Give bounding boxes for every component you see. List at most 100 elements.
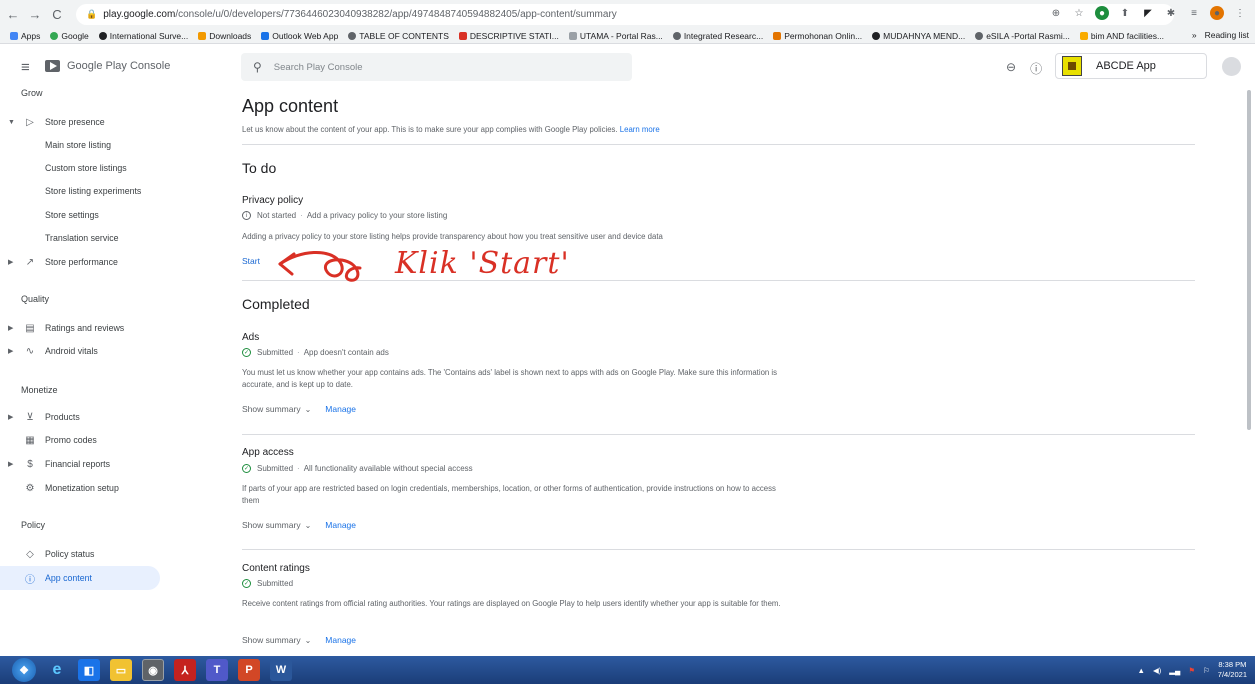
tray-arrow-icon[interactable]: ▲ (1138, 666, 1145, 675)
chevron-down-icon[interactable]: ⌄ (305, 405, 312, 414)
sidebar-item-store-presence[interactable]: ▼ ▷ Store presence (0, 110, 160, 134)
app-access-status: ✓ Submitted · All functionality available … (242, 464, 473, 473)
star-icon[interactable]: ☆ (1072, 6, 1086, 20)
chevron-down-icon[interactable]: ⌄ (305, 521, 312, 530)
check-circle-icon: ✓ (242, 348, 251, 357)
bookmark[interactable]: UTAMA - Portal Ras... (568, 30, 663, 41)
play-logo-icon (45, 60, 60, 72)
sidebar-item-monetization-setup[interactable]: ⚙ Monetization setup (0, 476, 160, 500)
reload-icon[interactable]: C (48, 5, 66, 23)
link-icon[interactable]: ⊖ (1006, 60, 1016, 77)
sidebar-item-app-content[interactable]: ⓘ App content (0, 566, 160, 590)
bookmark[interactable]: TABLE OF CONTENTS (348, 31, 449, 41)
bookmark[interactable]: eSILA -Portal Rasmi... (975, 31, 1070, 41)
sidebar-item-android-vitals[interactable]: ▶ ∿ Android vitals (0, 339, 160, 363)
menu-icon[interactable]: ≡ (21, 59, 30, 76)
bookmarks-overflow[interactable]: » (1192, 30, 1197, 40)
bookmark[interactable]: bim AND facilities... (1079, 31, 1164, 41)
search-placeholder: Search Play Console (273, 61, 363, 73)
flag-icon[interactable]: ⚐ (1203, 666, 1210, 675)
flag-icon[interactable]: ⚑ (1188, 666, 1195, 675)
manage-link[interactable]: Manage (325, 635, 356, 645)
sidebar-item-promo-codes[interactable]: ▦ Promo codes (0, 428, 160, 452)
menu-icon[interactable]: ⋮ (1233, 6, 1247, 20)
caret-right-icon: ▶ (8, 348, 14, 355)
word-icon[interactable]: W (270, 659, 292, 681)
acrobat-icon[interactable]: ⅄ (174, 659, 196, 681)
windows-start-icon[interactable]: ❖ (12, 658, 36, 682)
powerpoint-icon[interactable]: P (238, 659, 260, 681)
learn-more-link[interactable]: Learn more (620, 125, 660, 134)
play-console-logo[interactable]: Google Play Console (45, 58, 170, 74)
sidebar-item-policy-status[interactable]: ◇ Policy status (0, 542, 160, 566)
bookmark[interactable]: Outlook Web App (261, 31, 338, 41)
trend-icon: ↗ (25, 256, 35, 268)
app-selector[interactable]: ABCDE App (1055, 53, 1207, 79)
section-monetize: Monetize (21, 385, 58, 395)
show-summary-button[interactable]: Show summary (242, 404, 301, 414)
scrollbar[interactable] (1247, 90, 1251, 430)
bookmark-apps[interactable]: Apps (10, 31, 40, 41)
bookmark[interactable]: Google (50, 31, 89, 41)
start-button[interactable]: Start (242, 256, 260, 266)
sidebar-item-main-store-listing[interactable]: Main store listing (0, 133, 160, 157)
bookmark-label: UTAMA - Portal Ras... (579, 30, 663, 41)
sidebar-item-label: Store presence (45, 117, 105, 127)
outlook-icon[interactable]: ◧ (78, 659, 100, 681)
sidebar-item-store-settings[interactable]: Store settings (0, 203, 160, 227)
show-summary-button[interactable]: Show summary (242, 520, 301, 530)
bookmark[interactable]: Downloads (198, 31, 251, 41)
chevron-down-icon[interactable]: ⌄ (305, 636, 312, 645)
clock[interactable]: 8:38 PM 7/4/2021 (1218, 660, 1247, 680)
manage-link[interactable]: Manage (325, 520, 356, 530)
profile-icon[interactable]: ● (1210, 6, 1224, 20)
back-icon[interactable]: ← (4, 5, 22, 23)
forward-icon[interactable]: → (26, 5, 44, 23)
check-circle-icon: ✓ (242, 579, 251, 588)
status-text: Submitted (257, 348, 294, 357)
bookmark[interactable]: Integrated Researc... (672, 30, 764, 41)
network-icon[interactable]: ▂▄ (1169, 666, 1180, 675)
sidebar-item-store-listing-experiments[interactable]: Store listing experiments (0, 179, 160, 203)
content-ratings-title: Content ratings (242, 563, 310, 574)
bookmark[interactable]: Permohonan Onlin... (773, 31, 862, 41)
address-bar[interactable]: 🔒 play.google.com/console/u/0/developers… (76, 4, 1174, 25)
show-summary-button[interactable]: Show summary (242, 635, 301, 645)
folder-icon[interactable]: ▭ (110, 659, 132, 681)
download-icon (198, 31, 207, 40)
help-icon[interactable]: ⓘ (1030, 60, 1042, 77)
sidebar-item-custom-store-listings[interactable]: Custom store listings (0, 156, 160, 180)
reading-mode-icon[interactable]: ≡ (1187, 6, 1201, 20)
sidebar-item-label: App content (45, 573, 92, 583)
sidebar-item-financial-reports[interactable]: ▶ $ Financial reports (0, 452, 160, 476)
teams-icon[interactable]: T (206, 659, 228, 681)
sidebar-item-label: Store performance (45, 257, 118, 267)
status-text: Not started (257, 211, 297, 220)
extension-icon[interactable]: ⬆ (1118, 6, 1132, 20)
reading-list[interactable]: Reading list (1205, 30, 1249, 40)
sidebar-item-translation-service[interactable]: Translation service (0, 226, 160, 250)
section-grow: Grow (21, 88, 43, 98)
volume-icon[interactable]: ◀) (1153, 666, 1161, 675)
sidebar-item-store-performance[interactable]: ▶ ↗ Store performance (0, 250, 160, 274)
section-quality: Quality (21, 294, 50, 304)
puzzle-icon[interactable]: ✱ (1164, 6, 1178, 20)
sidebar-item-ratings-and-reviews[interactable]: ▶ ▤ Ratings and reviews (0, 316, 160, 340)
bookmark[interactable]: International Surve... (98, 31, 188, 41)
bookmark-label: Integrated Researc... (683, 30, 764, 41)
sidebar-item-products[interactable]: ▶ ⊻ Products (0, 405, 160, 429)
zoom-icon[interactable]: ⊕ (1049, 6, 1063, 20)
chrome-icon[interactable]: ◉ (142, 659, 164, 681)
bookmark[interactable]: MUDAHNYA MEND... (872, 31, 965, 41)
manage-link[interactable]: Manage (325, 404, 356, 414)
ie-icon[interactable]: e (46, 659, 68, 681)
app-icon (1062, 56, 1082, 76)
status-detail: App doesn't contain ads (303, 348, 389, 357)
status-text: Submitted (257, 579, 294, 588)
avatar[interactable] (1222, 57, 1241, 76)
gear-icon: ⚙ (25, 482, 35, 494)
extension-icon[interactable]: ◤ (1141, 6, 1155, 20)
bookmark[interactable]: DESCRIPTIVE STATI... (458, 31, 559, 41)
search-input[interactable]: ⚲ Search Play Console (241, 53, 632, 81)
extension-icon[interactable]: ● (1095, 6, 1109, 20)
